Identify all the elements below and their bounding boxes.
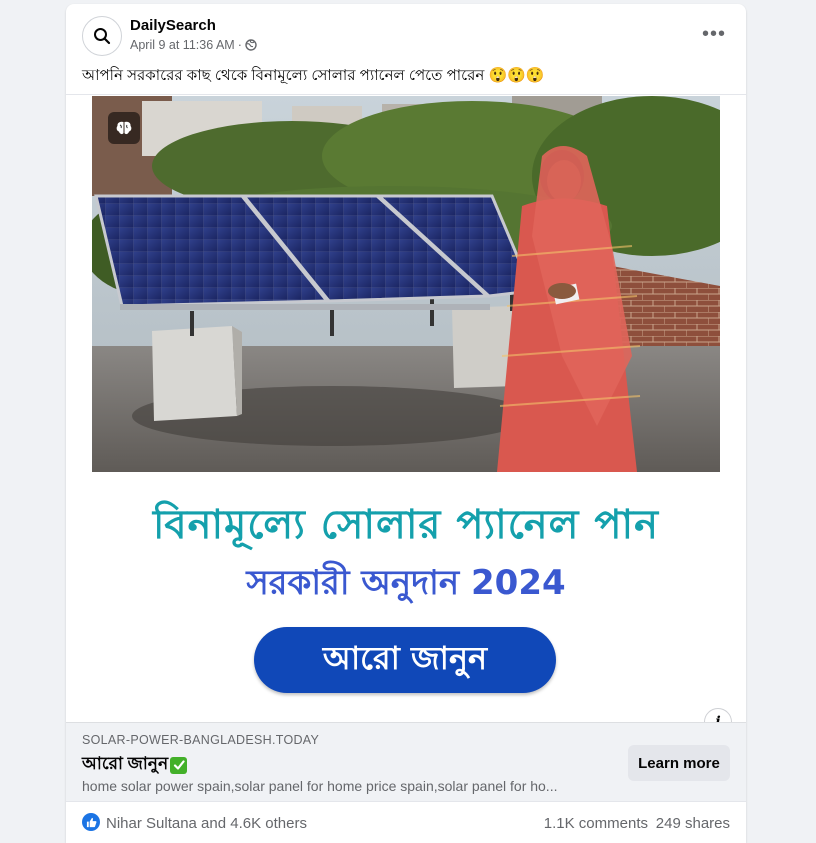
post-text: আপনি সরকারের কাছ থেকে বিনামূল্যে সোলার প… (82, 64, 545, 89)
learn-more-button[interactable]: Learn more (628, 745, 730, 781)
solar-photo-illustration (92, 96, 720, 472)
link-title[interactable]: আরো জানুন (82, 751, 188, 779)
ad-headline-grant: সরকারী অনুদান 2024 (246, 563, 566, 603)
learn-more-banner-button[interactable]: আরো জানুন (254, 627, 556, 693)
like-icon[interactable] (82, 813, 100, 831)
post-timestamp[interactable]: April 9 at 11:36 AM (130, 38, 235, 52)
post-card: DailySearch April 9 at 11:36 AM · ••• আপ… (66, 4, 746, 843)
post-meta: April 9 at 11:36 AM · (130, 38, 257, 52)
link-domain: SOLAR-POWER-BANGLADESH.TODAY (82, 733, 320, 747)
search-icon (94, 28, 111, 45)
link-preview[interactable]: SOLAR-POWER-BANGLADESH.TODAY আরো জানুন h… (66, 722, 746, 801)
reactions-count[interactable]: Nihar Sultana and 4.6K others (106, 815, 307, 832)
brain-glyph (116, 121, 132, 135)
solar-panel-photo[interactable] (92, 96, 720, 472)
globe-icon (245, 39, 257, 51)
check-mark-icon (170, 756, 188, 774)
emoji-astonished: 😲 (488, 67, 508, 84)
brain-icon[interactable] (108, 112, 140, 144)
link-description: home solar power spain,solar panel for h… (82, 778, 558, 794)
page-name[interactable]: DailySearch (130, 17, 216, 34)
more-options-icon[interactable]: ••• (702, 22, 726, 46)
shares-count[interactable]: 249 shares (656, 815, 730, 832)
post-text-body: আপনি সরকারের কাছ থেকে বিনামূল্যে সোলার প… (82, 67, 485, 84)
engagement-bar: Nihar Sultana and 4.6K others 1.1K comme… (66, 801, 746, 843)
ad-creative[interactable]: বিনামূল্যে সোলার প্যানেল পান সরকারী অনুদ… (66, 94, 746, 736)
emoji-astonished: 😲 (525, 67, 545, 84)
meta-separator: · (237, 38, 242, 52)
link-title-text: আরো জানুন (82, 754, 169, 773)
page-avatar[interactable] (82, 16, 122, 56)
comments-count[interactable]: 1.1K comments (544, 815, 648, 832)
ad-headline-free-solar: বিনামূল্যে সোলার প্যানেল পান (152, 502, 660, 548)
emoji-astonished: 😲 (507, 67, 526, 84)
